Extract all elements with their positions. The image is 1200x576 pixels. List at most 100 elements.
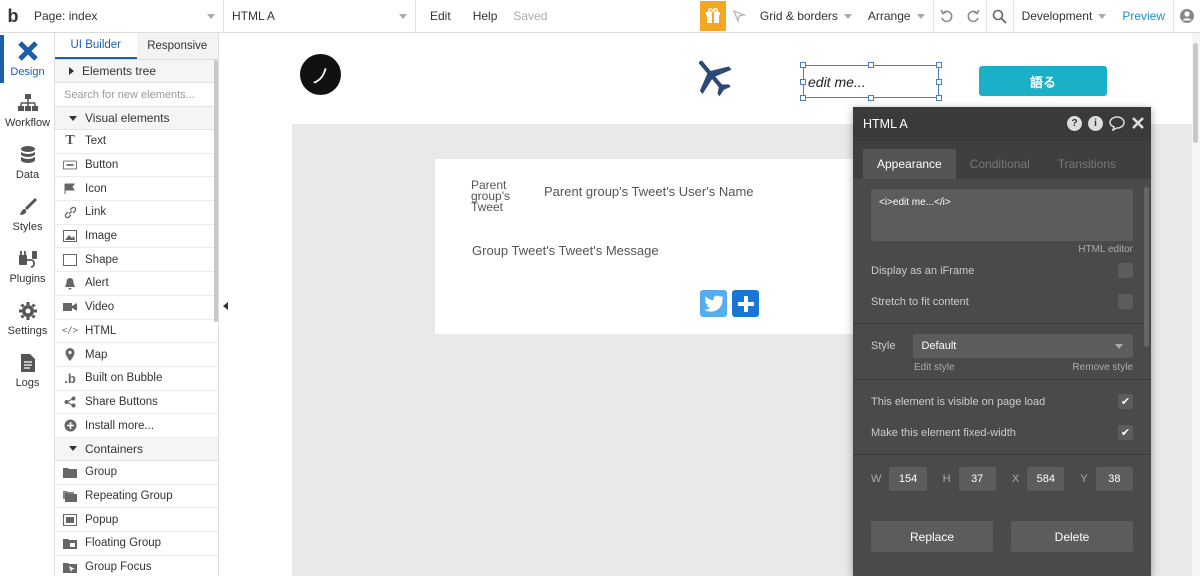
- user-account-icon[interactable]: [1174, 0, 1200, 33]
- tab-appearance[interactable]: Appearance: [863, 149, 956, 179]
- list-item[interactable]: Floating Group: [55, 532, 218, 556]
- resize-handle[interactable]: [936, 79, 942, 85]
- list-item[interactable]: </> HTML: [55, 320, 218, 344]
- gift-icon[interactable]: [699, 1, 726, 31]
- preview-link[interactable]: Preview: [1114, 0, 1173, 33]
- talk-button[interactable]: 語る: [979, 66, 1107, 96]
- arrange-dropdown[interactable]: Arrange: [860, 0, 933, 33]
- redo-icon[interactable]: [960, 0, 986, 33]
- resize-handle[interactable]: [800, 79, 806, 85]
- replace-button[interactable]: Replace: [871, 521, 993, 552]
- chevron-down-icon: [916, 13, 925, 19]
- list-item[interactable]: T Text: [55, 130, 218, 154]
- x-label: X: [1011, 473, 1020, 485]
- list-item[interactable]: Button: [55, 154, 218, 178]
- y-input[interactable]: 38: [1095, 467, 1133, 491]
- nav-logs[interactable]: Logs: [0, 345, 55, 397]
- edit-menu[interactable]: Edit: [422, 0, 459, 33]
- list-item[interactable]: Video: [55, 296, 218, 320]
- triangle-right-icon: [69, 67, 74, 75]
- height-input[interactable]: 37: [958, 467, 996, 491]
- help-icon[interactable]: ?: [1067, 116, 1082, 131]
- resize-handle[interactable]: [936, 62, 942, 68]
- delete-button[interactable]: Delete: [1011, 521, 1133, 552]
- cursor-icon[interactable]: [726, 0, 752, 33]
- html-code-field[interactable]: <i>edit me...</i>: [871, 189, 1133, 241]
- info-icon[interactable]: i: [1088, 116, 1103, 131]
- close-icon[interactable]: [1131, 116, 1145, 134]
- style-select[interactable]: Default: [913, 334, 1133, 358]
- resize-handle[interactable]: [868, 95, 874, 101]
- visible-on-load-checkbox[interactable]: ✔: [1118, 394, 1133, 409]
- list-item-label: Video: [85, 301, 115, 314]
- grid-borders-dropdown[interactable]: Grid & borders: [752, 0, 860, 33]
- resize-handle[interactable]: [868, 62, 874, 68]
- nav-styles-label: Styles: [12, 221, 43, 233]
- nav-design[interactable]: Design: [0, 33, 55, 85]
- nav-workflow[interactable]: Workflow: [0, 85, 55, 137]
- list-item[interactable]: Group: [55, 461, 218, 485]
- list-item-label: Text: [85, 135, 107, 148]
- x-input[interactable]: 584: [1027, 467, 1065, 491]
- page-select[interactable]: Page: index: [26, 0, 224, 33]
- edit-style-link[interactable]: Edit style: [914, 362, 955, 373]
- elements-tree-toggle[interactable]: Elements tree: [55, 60, 218, 83]
- canvas-scrollbar[interactable]: [1192, 33, 1200, 576]
- list-item[interactable]: .b Built on Bubble: [55, 367, 218, 391]
- resize-handle[interactable]: [936, 95, 942, 101]
- collapse-panel-icon[interactable]: [223, 302, 228, 310]
- visual-elements-header[interactable]: Visual elements: [55, 107, 218, 130]
- app-logo[interactable]: ノ: [300, 54, 341, 95]
- width-input[interactable]: 154: [889, 467, 927, 491]
- video-icon: [63, 300, 77, 314]
- list-item[interactable]: Alert: [55, 272, 218, 296]
- nav-plugins[interactable]: Plugins: [0, 241, 55, 293]
- list-item[interactable]: Share Buttons: [55, 391, 218, 415]
- list-item[interactable]: Repeating Group: [55, 485, 218, 509]
- add-share-button[interactable]: [732, 290, 759, 317]
- display-iframe-checkbox[interactable]: [1118, 263, 1133, 278]
- save-status: Saved: [513, 9, 548, 23]
- twitter-share-button[interactable]: [700, 290, 727, 317]
- stretch-label: Stretch to fit content: [871, 295, 969, 308]
- nav-settings[interactable]: Settings: [0, 293, 55, 345]
- property-editor-scrollbar[interactable]: [1144, 187, 1149, 347]
- tab-responsive[interactable]: Responsive: [136, 33, 218, 59]
- nav-data[interactable]: Data: [0, 137, 55, 189]
- tab-conditional[interactable]: Conditional: [956, 149, 1044, 179]
- environment-dropdown[interactable]: Development: [1014, 0, 1115, 33]
- tab-transitions[interactable]: Transitions: [1044, 149, 1130, 179]
- element-search-input[interactable]: Search for new elements...: [55, 83, 218, 107]
- tab-ui-builder[interactable]: UI Builder: [55, 33, 137, 59]
- list-item[interactable]: Popup: [55, 508, 218, 532]
- bubble-logo-icon[interactable]: b: [0, 0, 26, 33]
- stretch-checkbox[interactable]: [1118, 294, 1133, 309]
- nav-settings-label: Settings: [7, 325, 48, 337]
- comment-icon[interactable]: [1109, 116, 1125, 134]
- html-editor-link[interactable]: HTML editor: [871, 244, 1133, 255]
- list-item[interactable]: Icon: [55, 177, 218, 202]
- resize-handle[interactable]: [800, 95, 806, 101]
- containers-header[interactable]: Containers: [55, 437, 218, 461]
- html-element-selected[interactable]: edit me...: [803, 65, 939, 98]
- list-item[interactable]: Image: [55, 225, 218, 249]
- fixed-width-checkbox[interactable]: ✔: [1118, 425, 1133, 440]
- search-icon[interactable]: [987, 0, 1013, 33]
- list-item[interactable]: Install more...: [55, 414, 218, 438]
- list-item[interactable]: Link: [55, 201, 218, 225]
- list-item-label: Built on Bubble: [85, 372, 163, 385]
- triangle-down-icon: [69, 446, 77, 452]
- element-select[interactable]: HTML A: [224, 0, 416, 33]
- airplane-icon[interactable]: [692, 56, 734, 98]
- list-item[interactable]: Map: [55, 343, 218, 367]
- remove-style-link[interactable]: Remove style: [1072, 362, 1133, 373]
- plug-icon: [18, 251, 37, 268]
- panel-scrollbar[interactable]: [214, 60, 218, 322]
- list-item[interactable]: Shape: [55, 248, 218, 273]
- help-menu[interactable]: Help: [465, 0, 506, 33]
- undo-icon[interactable]: [934, 0, 960, 33]
- list-item[interactable]: Group Focus: [55, 556, 218, 576]
- resize-handle[interactable]: [800, 62, 806, 68]
- property-editor-header[interactable]: HTML A ? i: [853, 107, 1151, 141]
- nav-styles[interactable]: Styles: [0, 189, 55, 241]
